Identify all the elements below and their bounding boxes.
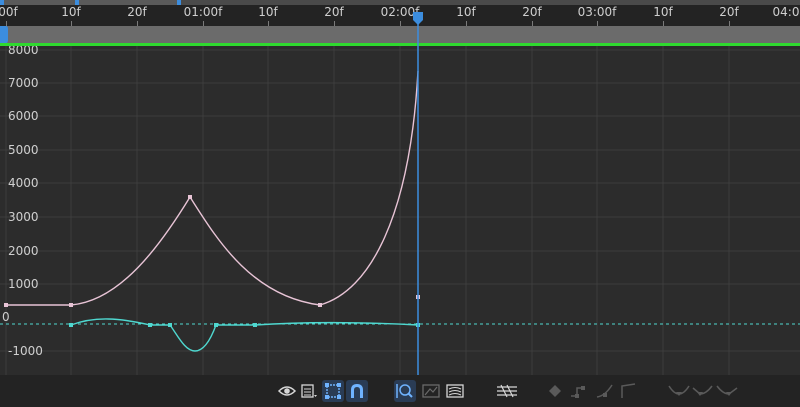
- graph-canvas[interactable]: [0, 46, 800, 375]
- ruler-label: 01:00f: [183, 5, 223, 19]
- y-axis-label: 1000: [8, 277, 39, 291]
- keyframe[interactable]: [69, 323, 73, 327]
- separate-dimensions-icon: [497, 384, 517, 398]
- keyframe[interactable]: [69, 303, 73, 307]
- y-axis-label: -1000: [8, 344, 43, 358]
- ruler-label: 10f: [456, 5, 476, 19]
- auto-bezier-icon: [596, 384, 613, 398]
- ruler-label: 10f: [653, 5, 673, 19]
- value-graph-curve[interactable]: [70, 318, 419, 352]
- keyframe[interactable]: [214, 323, 218, 327]
- navigator-start-handle[interactable]: [0, 0, 4, 5]
- convert-linear-button[interactable]: [618, 380, 640, 402]
- ruler-label: 10f: [61, 5, 81, 19]
- y-axis-label: 4000: [8, 176, 39, 190]
- graph-editor-toolbar: [0, 375, 800, 407]
- convert-auto-bezier-button[interactable]: [594, 380, 616, 402]
- easy-ease-out-button[interactable]: [716, 380, 738, 402]
- ruler-label: 20f: [127, 5, 147, 19]
- ruler-label: 20f: [719, 5, 739, 19]
- fit-height-icon: [396, 384, 413, 398]
- navigator-end-handle[interactable]: [177, 0, 181, 5]
- transform-box-button[interactable]: [322, 380, 344, 402]
- y-axis-label: 8000: [8, 46, 39, 57]
- fit-all-button[interactable]: [444, 380, 466, 402]
- y-axis-label: 2000: [8, 244, 39, 258]
- linear-keyframe-icon: [621, 383, 636, 398]
- easy-ease-in-button[interactable]: [692, 380, 714, 402]
- separate-dimensions-button[interactable]: [496, 380, 518, 402]
- convert-hold-button[interactable]: [568, 380, 590, 402]
- fit-selection-icon: [422, 384, 440, 398]
- navigator-range[interactable]: [4, 0, 180, 5]
- ruler-label: 20f: [324, 5, 344, 19]
- keyframe[interactable]: [148, 323, 152, 327]
- work-area-start-handle[interactable]: [0, 26, 8, 43]
- snap-button[interactable]: [346, 380, 368, 402]
- easy-ease-button[interactable]: [668, 380, 690, 402]
- auto-zoom-height-button[interactable]: [394, 380, 416, 402]
- keyframe[interactable]: [253, 323, 257, 327]
- y-axis-label: 5000: [8, 143, 39, 157]
- transform-box-icon: [325, 383, 341, 399]
- ruler-label: 10f: [258, 5, 278, 19]
- show-properties-button[interactable]: [276, 380, 298, 402]
- graph-options-button[interactable]: [298, 380, 320, 402]
- eye-icon: [277, 386, 297, 396]
- y-axis-label: 0: [2, 310, 10, 324]
- keyframe[interactable]: [188, 195, 192, 199]
- easy-ease-in-icon: [692, 385, 713, 396]
- keyframe-diamond-icon: [549, 385, 561, 397]
- speed-graph-curve[interactable]: [6, 70, 419, 306]
- ruler-label: 04:0: [772, 5, 800, 19]
- playhead[interactable]: [408, 10, 428, 375]
- ruler-label: :00f: [0, 5, 18, 19]
- ruler-label: 03:00f: [577, 5, 617, 19]
- y-axis-label: 6000: [8, 109, 39, 123]
- ruler-label: 20f: [522, 5, 542, 19]
- grid-vertical: [5, 46, 730, 375]
- time-navigator-bar[interactable]: [0, 0, 800, 5]
- work-area-bar[interactable]: [0, 26, 800, 43]
- snap-magnet-icon: [351, 384, 363, 398]
- easy-ease-icon: [668, 385, 690, 396]
- graph-editor[interactable]: 8000 7000 6000 5000 4000 3000 2000 1000 …: [0, 46, 800, 375]
- hold-keyframe-icon: [571, 386, 585, 398]
- keyframe[interactable]: [4, 303, 8, 307]
- y-axis-label: 3000: [8, 210, 39, 224]
- graph-options-icon: [301, 384, 317, 398]
- y-axis-label: 7000: [8, 76, 39, 90]
- keyframe[interactable]: [318, 303, 322, 307]
- edit-keyframe-button[interactable]: [544, 380, 566, 402]
- navigator-handle[interactable]: [75, 0, 79, 5]
- fit-all-icon: [446, 384, 464, 398]
- fit-selection-button[interactable]: [420, 380, 442, 402]
- easy-ease-out-icon: [716, 385, 738, 396]
- playhead-handle-icon[interactable]: [413, 12, 423, 25]
- keyframe[interactable]: [168, 323, 172, 327]
